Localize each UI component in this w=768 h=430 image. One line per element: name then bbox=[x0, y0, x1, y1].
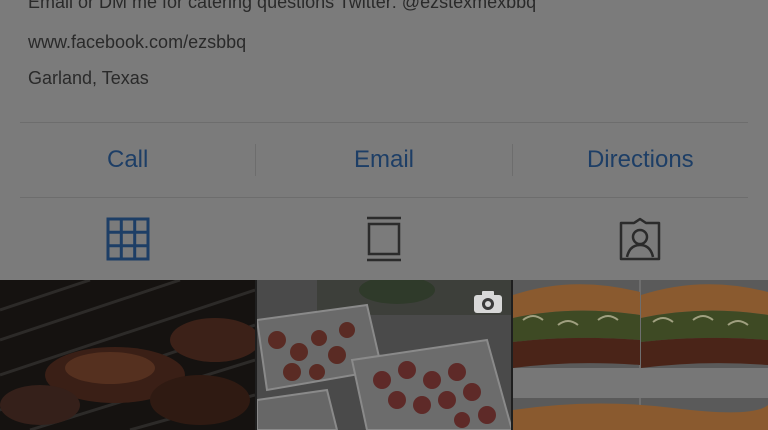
bio-contact-line: Email or DM me for catering questions Tw… bbox=[28, 0, 537, 12]
tab-feed[interactable] bbox=[256, 198, 512, 280]
brisket-photo bbox=[0, 280, 255, 430]
photo-grid bbox=[0, 280, 768, 430]
feed-icon bbox=[367, 216, 401, 262]
tab-tagged[interactable] bbox=[512, 198, 768, 280]
profile-header: Email or DM me for catering questions Tw… bbox=[0, 0, 768, 280]
contact-actions: Call Email Directions bbox=[0, 123, 768, 197]
tortas-photo bbox=[513, 280, 768, 430]
email-button[interactable]: Email bbox=[256, 123, 511, 197]
profile-screen: Email or DM me for catering questions Tw… bbox=[0, 0, 768, 430]
grid-icon bbox=[106, 217, 150, 261]
tab-grid[interactable] bbox=[0, 198, 256, 280]
profile-tabs bbox=[0, 198, 768, 280]
camera-icon bbox=[474, 291, 503, 313]
post-thumbnail[interactable] bbox=[256, 280, 512, 430]
directions-button[interactable]: Directions bbox=[513, 123, 768, 197]
call-button[interactable]: Call bbox=[0, 123, 255, 197]
post-thumbnail[interactable] bbox=[0, 280, 255, 430]
bio-location: Garland, Texas bbox=[28, 68, 149, 88]
tagged-person-icon bbox=[619, 217, 661, 261]
bio-website-link[interactable]: www.facebook.com/ezsbbq bbox=[28, 32, 246, 53]
post-thumbnail[interactable] bbox=[513, 280, 768, 430]
